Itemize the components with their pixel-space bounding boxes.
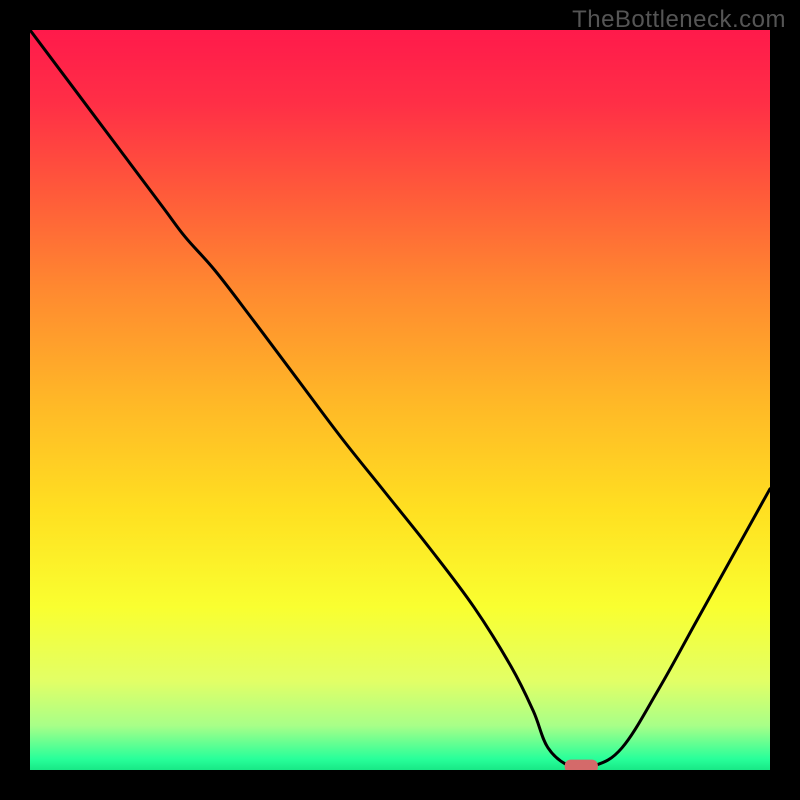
chart-plot-area: [30, 30, 770, 770]
chart-background: [30, 30, 770, 770]
watermark-text: TheBottleneck.com: [572, 6, 786, 34]
chart-svg: [30, 30, 770, 770]
optimal-marker: [565, 760, 598, 770]
